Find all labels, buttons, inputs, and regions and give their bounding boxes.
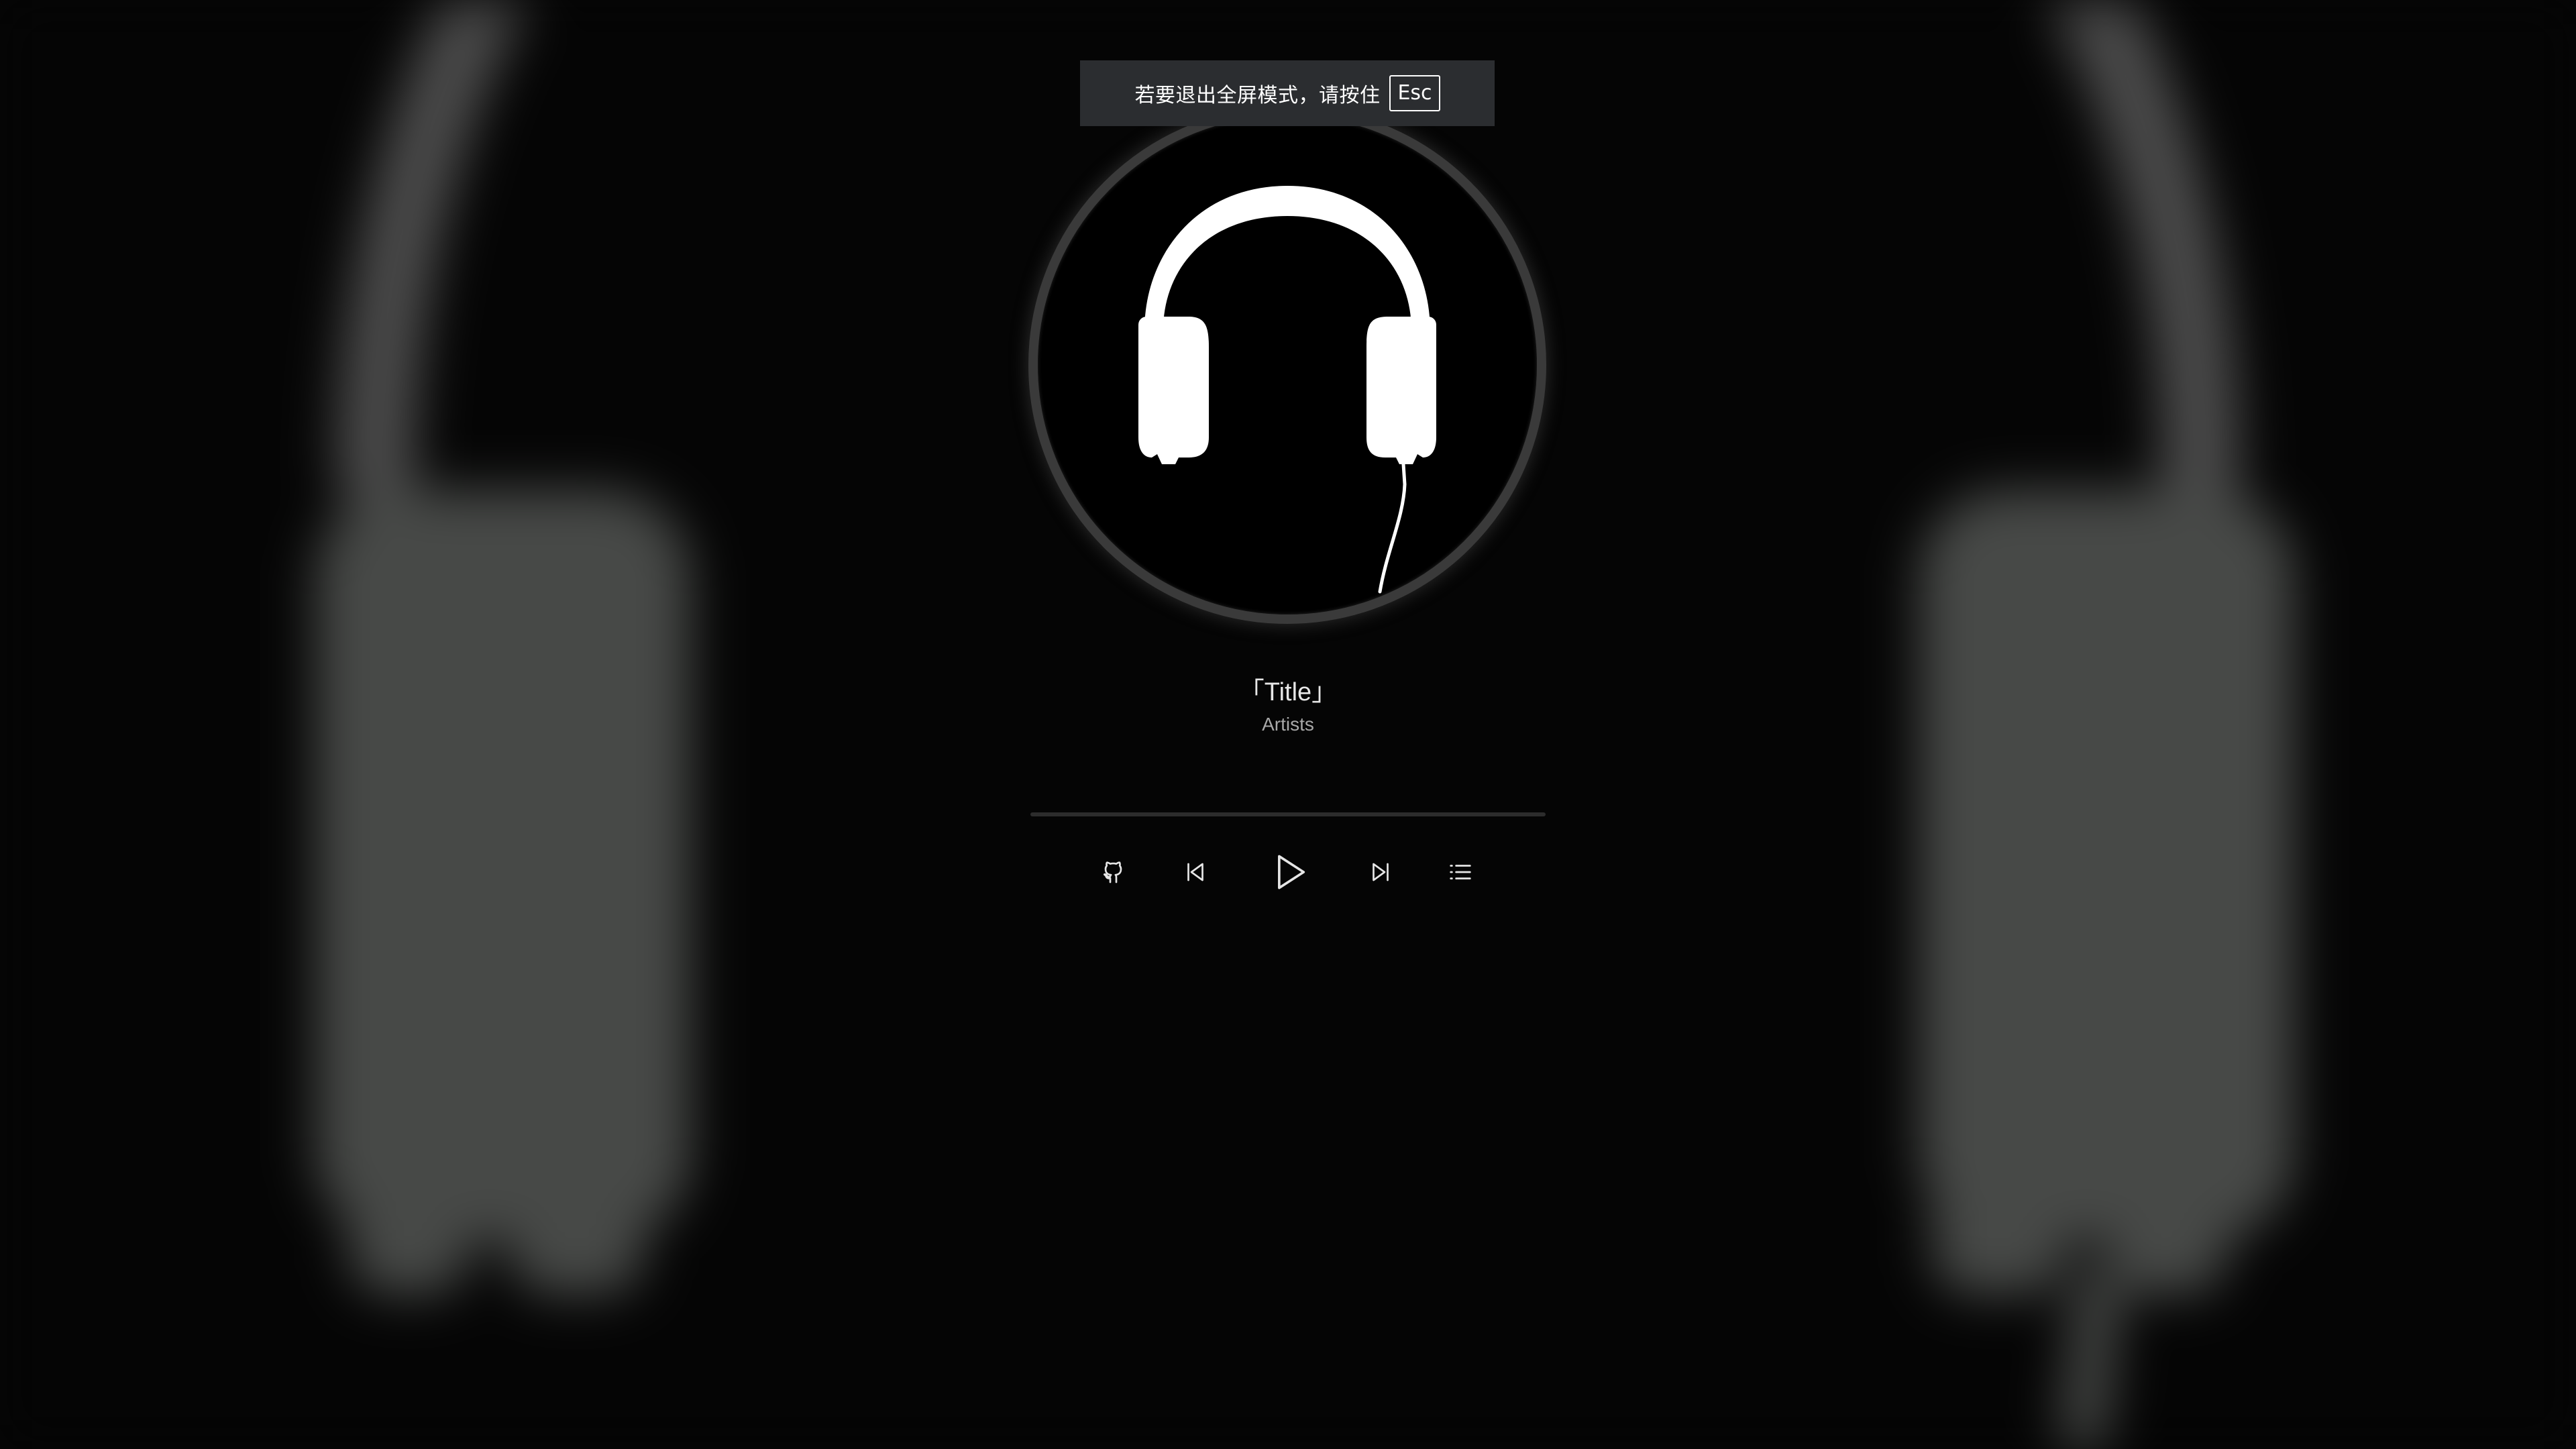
fullscreen-notice-text: 若要退出全屏模式，请按住 bbox=[1134, 84, 1381, 107]
next-button[interactable] bbox=[1367, 845, 1394, 899]
skip-previous-icon bbox=[1187, 863, 1203, 881]
track-artist: Artists bbox=[1262, 714, 1314, 735]
skip-next-icon bbox=[1373, 863, 1389, 881]
github-button[interactable] bbox=[1099, 845, 1128, 899]
progress-bar[interactable] bbox=[1030, 812, 1546, 816]
previous-button[interactable] bbox=[1182, 845, 1209, 899]
track-info: 「Title」 Artists bbox=[1020, 672, 1556, 737]
album-cover bbox=[1028, 106, 1546, 624]
track-title: 「Title」 bbox=[1238, 678, 1338, 706]
play-icon bbox=[1278, 855, 1305, 890]
playlist-button[interactable] bbox=[1446, 845, 1474, 899]
headphones-artwork bbox=[1138, 186, 1436, 594]
playlist-icon bbox=[1450, 865, 1471, 879]
playback-controls bbox=[0, 845, 2576, 899]
play-button[interactable] bbox=[1272, 845, 1309, 899]
github-icon bbox=[1103, 861, 1122, 883]
esc-key-badge: Esc bbox=[1389, 75, 1440, 111]
fullscreen-exit-notice: 若要退出全屏模式，请按住 Esc bbox=[1080, 60, 1495, 126]
